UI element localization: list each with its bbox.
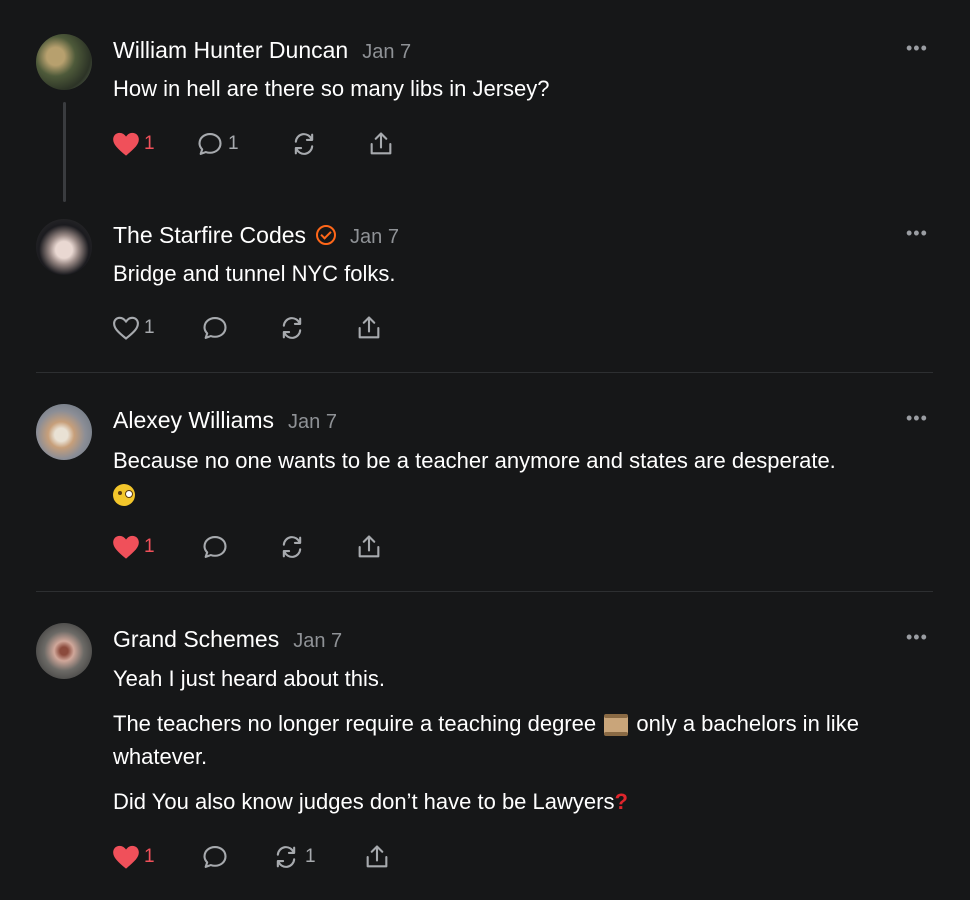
restack-count: 1	[305, 846, 316, 867]
author-name[interactable]: William Hunter Duncan Jan 7	[113, 37, 411, 64]
restack-icon	[276, 846, 296, 868]
monocle-face-emoji-icon	[113, 484, 135, 507]
like-count: 1	[144, 846, 155, 867]
divider	[36, 372, 933, 373]
comment-text-line: Because no one wants to be a teacher any…	[113, 448, 836, 473]
like-button[interactable]: 1	[112, 531, 155, 563]
restack-button[interactable]	[277, 531, 307, 563]
author-name[interactable]: Grand Schemes Jan 7	[113, 626, 342, 653]
comment-date: Jan 7	[350, 226, 399, 248]
comment-date: Jan 7	[288, 411, 337, 433]
reply-button[interactable]	[201, 531, 229, 563]
comment-bubble-icon	[203, 846, 227, 868]
comment-text: How in hell are there so many libs in Je…	[113, 76, 550, 101]
author-name[interactable]: Alexey Williams Jan 7	[113, 407, 337, 434]
restack-button[interactable]	[289, 128, 319, 160]
author-name-text[interactable]: William Hunter Duncan	[113, 37, 348, 63]
author-name-text[interactable]: Alexey Williams	[113, 407, 274, 433]
author-name-text[interactable]: The Starfire Codes	[113, 222, 306, 248]
heart-icon	[113, 845, 139, 869]
comment-paragraph: The teachers no longer require a teachin…	[113, 707, 943, 773]
scroll-emoji-icon	[604, 714, 629, 737]
avatar[interactable]	[36, 219, 92, 275]
comment-paragraph: Did You also know judges don’t have to b…	[113, 785, 943, 818]
comment-text: Yeah I just heard about this. The teache…	[113, 662, 943, 830]
divider	[36, 591, 933, 592]
reply-count: 1	[228, 133, 239, 154]
share-button[interactable]	[354, 531, 384, 563]
restack-icon	[294, 133, 314, 155]
more-options-icon[interactable]: •••	[906, 627, 928, 648]
like-count: 1	[144, 317, 155, 338]
avatar[interactable]	[36, 34, 92, 90]
restack-button[interactable]	[277, 312, 307, 344]
share-button[interactable]	[362, 841, 392, 873]
share-button[interactable]	[354, 312, 384, 344]
avatar[interactable]	[36, 623, 92, 679]
author-name[interactable]: The Starfire Codes Jan 7	[113, 222, 399, 249]
more-options-icon[interactable]: •••	[906, 223, 928, 244]
restack-icon	[282, 317, 302, 339]
comment-date: Jan 7	[293, 630, 343, 652]
share-button[interactable]	[366, 128, 396, 160]
like-button[interactable]: 1	[112, 312, 155, 344]
verified-badge-icon	[316, 224, 337, 245]
comment-paragraph-part: Did You also know judges don’t have to b…	[113, 789, 615, 814]
reply-button[interactable]	[201, 312, 229, 344]
comment-paragraph: Yeah I just heard about this.	[113, 666, 385, 691]
comment-bubble-icon	[203, 317, 227, 339]
share-icon	[358, 535, 380, 558]
heart-icon	[113, 316, 139, 340]
share-icon	[366, 845, 388, 868]
comment-paragraph-part: The teachers no longer require a teachin…	[113, 711, 597, 736]
more-options-icon[interactable]: •••	[906, 408, 928, 429]
like-count: 1	[144, 133, 155, 154]
like-count: 1	[144, 536, 155, 557]
thread-line	[63, 102, 66, 202]
share-icon	[370, 132, 392, 155]
restack-icon	[282, 536, 302, 558]
author-name-text[interactable]: Grand Schemes	[113, 626, 279, 652]
reply-button[interactable]	[201, 841, 229, 873]
comment-bubble-icon	[203, 536, 227, 558]
share-icon	[358, 316, 380, 339]
avatar[interactable]	[36, 404, 92, 460]
like-button[interactable]: 1	[112, 841, 155, 873]
red-question-mark-emoji-icon: ?	[614, 789, 628, 814]
restack-button[interactable]: 1	[271, 841, 316, 873]
comment-date: Jan 7	[362, 41, 412, 63]
heart-icon	[113, 132, 139, 156]
more-options-icon[interactable]: •••	[906, 38, 928, 59]
like-button[interactable]: 1	[112, 128, 155, 160]
reply-button[interactable]: 1	[196, 128, 239, 160]
comment-text: Bridge and tunnel NYC folks.	[113, 261, 396, 286]
comment-text: Because no one wants to be a teacher any…	[113, 444, 943, 510]
heart-icon	[113, 535, 139, 559]
comment-bubble-icon	[198, 133, 222, 155]
